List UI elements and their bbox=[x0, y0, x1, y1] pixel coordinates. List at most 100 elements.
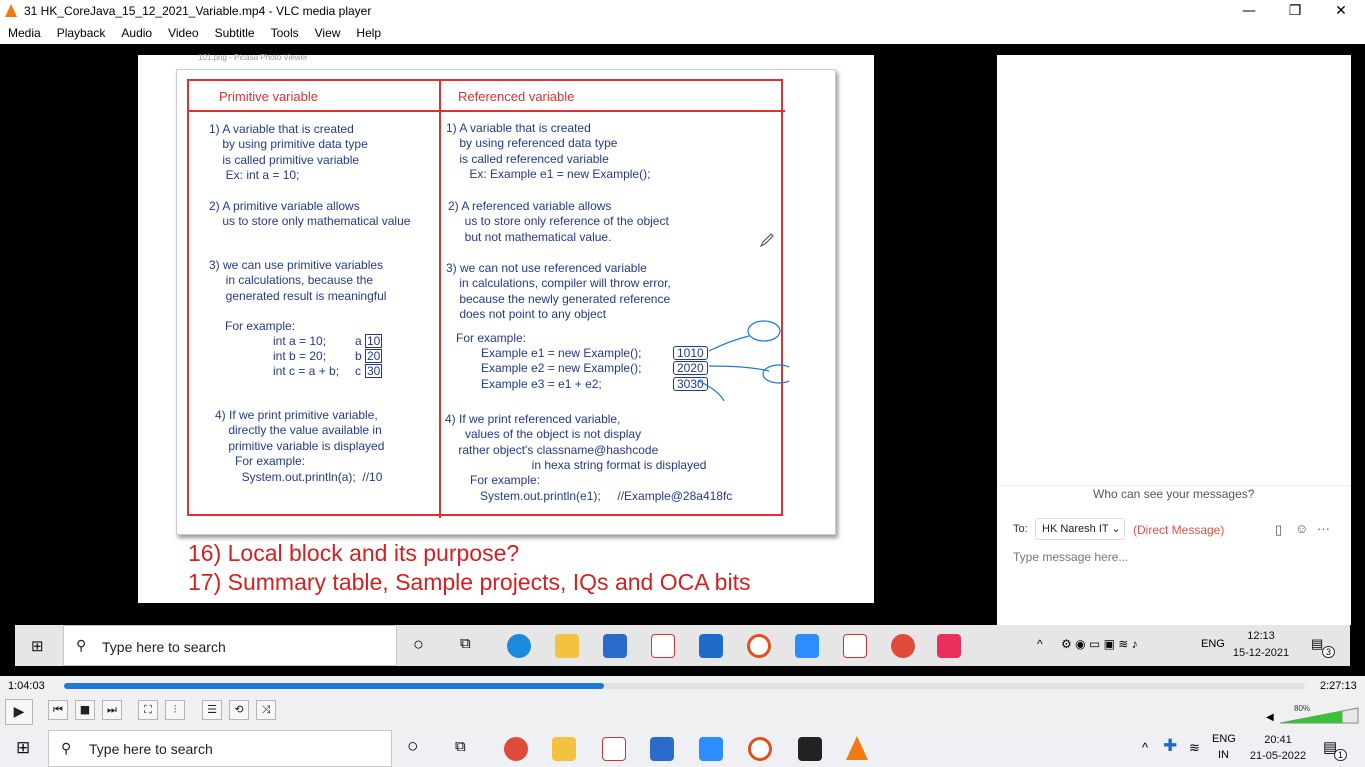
extended-settings-icon[interactable]: ⫶ bbox=[165, 700, 185, 720]
zoom-icon[interactable] bbox=[699, 737, 723, 761]
menu-playback[interactable]: Playback bbox=[49, 22, 114, 40]
loop-icon[interactable]: ⟲ bbox=[229, 700, 249, 720]
referenced-example-label: For example: bbox=[456, 331, 527, 345]
primitive-example-line: int b = 20; bbox=[273, 349, 327, 363]
variable-name: c bbox=[355, 364, 361, 378]
chrome-icon[interactable] bbox=[504, 737, 528, 761]
search-icon: ⚲ bbox=[61, 740, 72, 756]
menu-subtitle[interactable]: Subtitle bbox=[207, 22, 263, 40]
edge-icon bbox=[507, 634, 531, 658]
seek-bar[interactable] bbox=[64, 683, 1305, 689]
recorded-time: 12:13 bbox=[1247, 630, 1275, 642]
fullscreen-icon[interactable]: ⛶ bbox=[138, 700, 158, 720]
elapsed-time: 1:04:03 bbox=[8, 680, 45, 692]
primitive-example-line: int a = 10; bbox=[273, 334, 327, 348]
chat-divider bbox=[997, 485, 1351, 486]
recorded-date: 15-12-2021 bbox=[1232, 647, 1290, 659]
seek-progress bbox=[64, 683, 604, 689]
primitive-header: Primitive variable bbox=[219, 89, 318, 104]
menu-bar: Media Playback Audio Video Subtitle Tools View… bbox=[0, 22, 1365, 44]
shuffle-icon[interactable]: ⤨ bbox=[256, 700, 276, 720]
record-icon bbox=[747, 634, 771, 658]
sticky-notes-icon[interactable] bbox=[798, 737, 822, 761]
vlc-icon[interactable] bbox=[846, 736, 868, 760]
pencil-icon bbox=[759, 233, 774, 248]
lang-top[interactable]: ENG bbox=[1212, 733, 1236, 745]
menu-help[interactable]: Help bbox=[348, 22, 389, 40]
store-icon bbox=[603, 634, 627, 658]
direct-message-label: (Direct Message) bbox=[1133, 523, 1225, 537]
play-icon[interactable]: ▶ bbox=[5, 699, 33, 725]
referenced-example-line: Example e1 = new Example(); bbox=[481, 346, 642, 360]
total-time: 2:27:13 bbox=[1320, 680, 1357, 692]
volume-percent: 80% bbox=[1294, 704, 1311, 713]
tray-chevron-icon[interactable]: ^ bbox=[1142, 740, 1148, 755]
referenced-header: Referenced variable bbox=[458, 89, 575, 104]
topic-16: 16) Local block and its purpose? bbox=[188, 540, 520, 566]
tray-chevron-icon: ^ bbox=[1037, 637, 1043, 651]
to-label: To: bbox=[1013, 523, 1028, 535]
search-placeholder: Type here to search bbox=[89, 741, 213, 757]
playlist-icon[interactable]: ☰ bbox=[202, 700, 222, 720]
clock-date[interactable]: 21-05-2022 bbox=[1247, 748, 1309, 764]
store-icon[interactable] bbox=[650, 737, 674, 761]
chat-message-input[interactable]: Type message here... bbox=[1013, 550, 1128, 564]
file-explorer-icon[interactable] bbox=[552, 737, 576, 761]
recorded-search-text: Type here to search bbox=[102, 639, 226, 655]
notification-count: 3 bbox=[1322, 646, 1336, 658]
stop-icon[interactable]: ■ bbox=[75, 700, 95, 720]
windows-start-icon: ⊞ bbox=[31, 638, 44, 655]
value-box: 30 bbox=[365, 364, 383, 378]
volume-slider[interactable] bbox=[1280, 706, 1360, 724]
referenced-p4-example-code: System.out.println(e1); //Example@28a418… bbox=[480, 489, 733, 503]
menu-view[interactable]: View bbox=[307, 22, 349, 40]
primitive-point-2: 2) A primitive variable allows us to sto… bbox=[209, 199, 411, 229]
menu-video[interactable]: Video bbox=[160, 22, 206, 40]
lang-bottom[interactable]: IN bbox=[1218, 749, 1229, 761]
minimize-button[interactable]: — bbox=[1226, 0, 1272, 22]
cortana-icon[interactable]: ○ bbox=[407, 736, 418, 758]
comparison-table: Primitive variable Referenced variable 1… bbox=[187, 79, 789, 518]
close-button[interactable]: ✕ bbox=[1318, 0, 1364, 22]
primitive-point-1: 1) A variable that is created by using p… bbox=[209, 122, 368, 183]
file-explorer-icon bbox=[555, 634, 579, 658]
menu-tools[interactable]: Tools bbox=[263, 22, 307, 40]
next-icon[interactable]: ⏭ bbox=[102, 700, 122, 720]
variable-name: b bbox=[355, 349, 362, 363]
video-slide: 101.png - Picasa Photo Viewer Primitive … bbox=[138, 54, 874, 603]
player-controls: 1:04:03 2:27:13 ▶ ⏮ ■ ⏭ ⛶ ⫶ ☰ ⟲ ⤨ ◀ 80% bbox=[0, 676, 1365, 730]
column-divider bbox=[439, 81, 441, 518]
row-divider bbox=[189, 110, 785, 112]
cortana-icon: ○ bbox=[413, 634, 424, 654]
referenced-point-1: 1) A variable that is created by using r… bbox=[446, 121, 651, 182]
chrome-icon bbox=[891, 634, 915, 658]
record-icon[interactable] bbox=[748, 737, 772, 761]
clock-time[interactable]: 20:41 bbox=[1247, 732, 1309, 748]
add-icon[interactable]: ✚ bbox=[1163, 736, 1177, 756]
primitive-point-4: 4) If we print primitive variable, direc… bbox=[215, 408, 385, 484]
recipient-name: HK Naresh IT bbox=[1042, 523, 1109, 535]
more-icon[interactable]: ··· bbox=[1317, 521, 1330, 536]
file-icon[interactable]: ▯ bbox=[1275, 522, 1282, 538]
snip-icon[interactable] bbox=[602, 737, 626, 761]
value-box: 10 bbox=[365, 334, 383, 348]
wifi-icon[interactable]: ≋ bbox=[1189, 740, 1200, 756]
who-can-see-label[interactable]: Who can see your messages? bbox=[1093, 487, 1254, 501]
speaker-icon[interactable]: ◀ bbox=[1266, 712, 1274, 723]
emoji-icon[interactable]: ☺ bbox=[1295, 521, 1308, 536]
tray-icons: ⚙ ◉ ▭ ▣ ≋ ♪ bbox=[1061, 637, 1138, 651]
chat-panel: Who can see your messages? To: HK Naresh… bbox=[997, 55, 1351, 625]
referenced-p4-example-label: For example: bbox=[470, 473, 541, 487]
previous-icon[interactable]: ⏮ bbox=[48, 700, 68, 720]
recorded-lang: ENG bbox=[1201, 638, 1225, 650]
zoom-icon bbox=[795, 634, 819, 658]
menu-media[interactable]: Media bbox=[0, 22, 49, 40]
referenced-point-2: 2) A referenced variable allows us to st… bbox=[448, 199, 669, 244]
referenced-example-line: Example e2 = new Example(); bbox=[481, 361, 642, 375]
menu-audio[interactable]: Audio bbox=[113, 22, 160, 40]
restore-button[interactable]: ❐ bbox=[1272, 0, 1318, 22]
recipient-dropdown[interactable]: HK Naresh IT ⌄ bbox=[1035, 518, 1125, 540]
search-box[interactable]: ⚲ Type here to search bbox=[48, 730, 392, 767]
windows-start-icon[interactable]: ⊞ bbox=[16, 738, 30, 758]
task-view-icon[interactable]: ⧉ bbox=[455, 738, 466, 755]
